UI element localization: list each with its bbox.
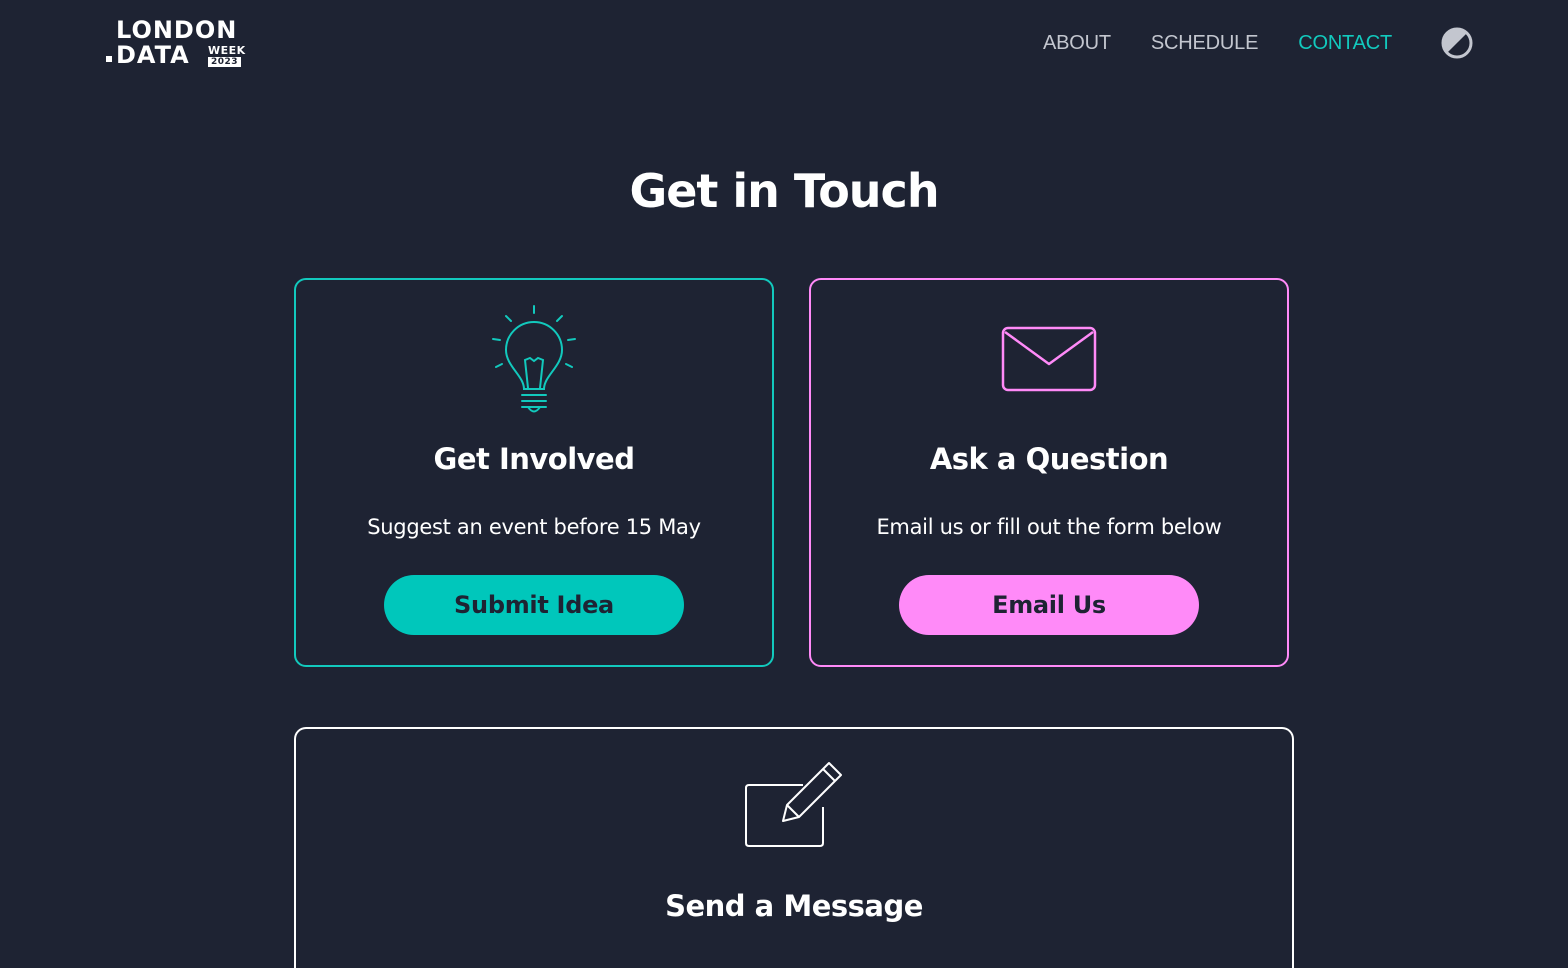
logo-text-london: LONDON (116, 16, 238, 44)
email-us-button[interactable]: Email Us (899, 575, 1199, 635)
main-nav: ABOUT SCHEDULE CONTACT (1043, 30, 1392, 56)
ask-question-card: Ask a Question Email us or fill out the … (809, 278, 1289, 667)
logo-text-year: 2023 (208, 57, 242, 67)
ask-question-title: Ask a Question (929, 442, 1169, 476)
lightbulb-icon (492, 305, 576, 413)
logo-text-week: WEEK (208, 44, 246, 57)
get-involved-title: Get Involved (433, 442, 635, 476)
envelope-icon (1001, 326, 1097, 392)
submit-idea-button[interactable]: Submit Idea (384, 575, 684, 635)
send-message-title: Send a Message (665, 889, 923, 923)
edit-icon (745, 762, 842, 847)
nav-schedule-link[interactable]: SCHEDULE (1151, 30, 1259, 56)
send-message-card: Send a Message (294, 727, 1294, 968)
get-involved-text: Suggest an event before 15 May (367, 515, 701, 539)
page-title: Get in Touch (629, 164, 939, 218)
logo-dot (106, 56, 112, 62)
nav-about-link[interactable]: ABOUT (1043, 30, 1111, 56)
theme-toggle-button[interactable] (1441, 27, 1473, 59)
site-logo[interactable]: LONDON DATA WEEK 2023 (106, 16, 248, 68)
ask-question-text: Email us or fill out the form below (876, 515, 1222, 539)
logo-text-data: DATA (116, 41, 190, 69)
contrast-icon (1441, 27, 1473, 59)
nav-contact-link[interactable]: CONTACT (1298, 30, 1392, 56)
get-involved-card: Get Involved Suggest an event before 15 … (294, 278, 774, 667)
page: LONDON DATA WEEK 2023 ABOUT SCHEDULE CON… (0, 0, 1568, 968)
